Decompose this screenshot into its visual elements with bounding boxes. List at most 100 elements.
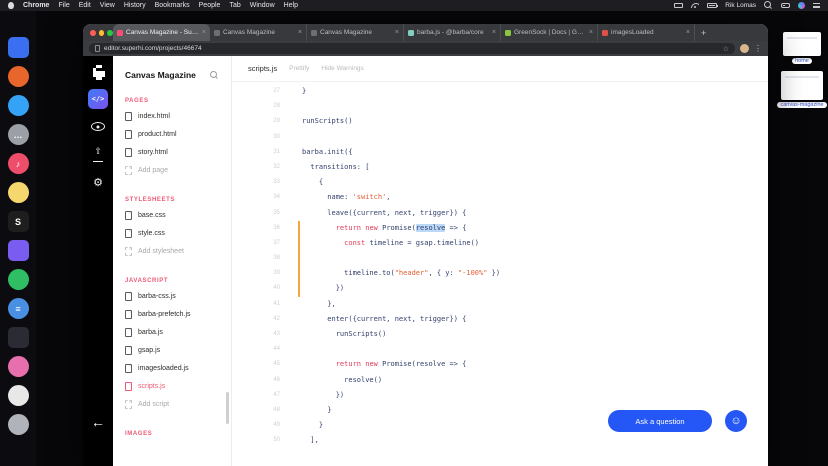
preview-eye-icon[interactable] [91,122,105,131]
code-line[interactable]: 39 timeline.to("header", { y: "-100%" }) [232,266,768,281]
menu-people[interactable]: People [199,2,221,9]
code-line[interactable]: 42 enter({current, next, trigger}) { [232,312,768,327]
browser-tab-4[interactable]: GreenSock | Docs | GSAP× [501,24,598,41]
menu-edit[interactable]: Edit [79,2,91,9]
window-thumbnail-canvas-magazine[interactable]: canvas-magazine [777,71,826,108]
code-line[interactable]: 44 [232,342,768,357]
battery-icon[interactable] [707,3,717,8]
dock-app-notes[interactable]: ≡ [8,298,29,319]
code-area[interactable]: 27}2829runScripts()3031barba.init({32 tr… [232,82,768,466]
file-item-barba-css.js[interactable]: barba-css.js [113,287,231,305]
chrome-menu-icon[interactable]: ⋮ [754,44,762,53]
file-item-style.css[interactable]: style.css [113,224,231,242]
display-icon[interactable] [674,3,683,8]
file-item-gsap.js[interactable]: gsap.js [113,341,231,359]
browser-tab-0[interactable]: Canvas Magazine - Superhi× [113,24,210,41]
file-item-scripts.js[interactable]: scripts.js [113,377,231,395]
menu-history[interactable]: History [124,2,146,9]
bookmark-star-icon[interactable]: ☆ [723,45,729,53]
superhi-logo[interactable] [93,68,96,71]
dock-app-firefox[interactable] [8,66,29,87]
code-line[interactable]: 34 name: 'switch', [232,190,768,205]
search-icon[interactable] [210,71,219,80]
prettify-button[interactable]: Prettify [289,65,309,72]
code-line[interactable]: 33 { [232,175,768,190]
back-arrow-button[interactable]: ← [83,414,113,430]
code-line[interactable]: 41 }, [232,297,768,312]
code-line[interactable]: 36 return new Promise(resolve => { [232,221,768,236]
code-line[interactable]: 43 runScripts() [232,327,768,342]
minimize-window-button[interactable] [99,30,105,36]
code-line[interactable]: 47 }) [232,388,768,403]
spotlight-search-icon[interactable] [764,1,773,10]
page-info-icon[interactable] [95,45,100,52]
dock-app-pixelmator[interactable] [8,327,29,348]
wifi-icon[interactable] [691,3,699,8]
code-line[interactable]: 29runScripts() [232,114,768,129]
add-file-button[interactable]: Add stylesheet [113,242,231,260]
dock-app-trash[interactable] [8,414,29,435]
code-line[interactable]: 30 [232,130,768,145]
code-line[interactable]: 38 [232,251,768,266]
dock-app-messages[interactable]: … [8,124,29,145]
file-item-index.html[interactable]: index.html [113,107,231,125]
file-item-barba.js[interactable]: barba.js [113,323,231,341]
code-line[interactable]: 45 return new Promise(resolve => { [232,357,768,372]
menu-window[interactable]: Window [250,2,275,9]
menu-app-name[interactable]: Chrome [23,2,49,9]
dock-app-safari[interactable] [8,95,29,116]
address-bar[interactable]: editor.superhi.com/projects/46674 ☆ [89,43,735,54]
menu-tab[interactable]: Tab [229,2,240,9]
file-item-imagesloaded.js[interactable]: imagesloaded.js [113,359,231,377]
browser-tab-2[interactable]: Canvas Magazine× [307,24,404,41]
browser-tab-3[interactable]: barba.js - @barba/core× [404,24,501,41]
dock-app-figma[interactable] [8,240,29,261]
settings-gear-icon[interactable]: ⚙ [93,178,103,189]
code-line[interactable]: 46 resolve() [232,373,768,388]
menu-view[interactable]: View [100,2,115,9]
menu-bookmarks[interactable]: Bookmarks [155,2,190,9]
tab-close-icon[interactable]: × [395,29,399,36]
new-tab-button[interactable]: + [695,28,712,38]
code-line[interactable]: 40 }) [232,281,768,296]
code-line[interactable]: 35 leave({current, next, trigger}) { [232,206,768,221]
file-item-product.html[interactable]: product.html [113,125,231,143]
code-line[interactable]: 28 [232,99,768,114]
dock-app-sublime-text[interactable]: S [8,211,29,232]
file-item-base.css[interactable]: base.css [113,206,231,224]
dock-app-finder[interactable] [8,37,29,58]
tab-close-icon[interactable]: × [202,29,206,36]
control-center-icon[interactable] [781,3,790,8]
profile-avatar[interactable] [740,44,749,53]
user-name[interactable]: Rik Lomas [725,2,756,9]
menu-help[interactable]: Help [284,2,298,9]
hide-warnings-button[interactable]: Hide Warnings [321,65,363,72]
add-file-button[interactable]: Add page [113,161,231,179]
file-item-story.html[interactable]: story.html [113,143,231,161]
tab-close-icon[interactable]: × [492,29,496,36]
tab-close-icon[interactable]: × [589,29,593,36]
tab-close-icon[interactable]: × [298,29,302,36]
dock-app-music[interactable]: ♪ [8,153,29,174]
code-line[interactable]: 27} [232,84,768,99]
browser-tab-1[interactable]: Canvas Magazine× [210,24,307,41]
add-file-button[interactable]: Add script [113,395,231,413]
open-file-tab[interactable]: scripts.js [248,64,277,73]
code-view-icon[interactable]: </> [88,89,108,109]
code-line[interactable]: 31barba.init({ [232,145,768,160]
tab-close-icon[interactable]: × [686,29,690,36]
close-window-button[interactable] [90,30,96,36]
siri-icon[interactable] [798,2,805,9]
notification-center-icon[interactable] [813,3,820,8]
window-thumbnail-home[interactable]: home [783,32,821,64]
browser-tab-5[interactable]: imagesLoaded× [598,24,695,41]
dock-app-mug[interactable] [8,385,29,406]
dock-app-sketch[interactable] [8,356,29,377]
menu-file[interactable]: File [58,2,69,9]
chat-smiley-button[interactable]: ☺ [725,410,747,432]
ask-question-button[interactable]: Ask a question [608,410,712,432]
panel-scrollbar[interactable] [226,392,229,424]
upload-icon[interactable] [92,149,104,162]
apple-menu-icon[interactable] [8,2,14,9]
code-line[interactable]: 50 ], [232,433,768,448]
